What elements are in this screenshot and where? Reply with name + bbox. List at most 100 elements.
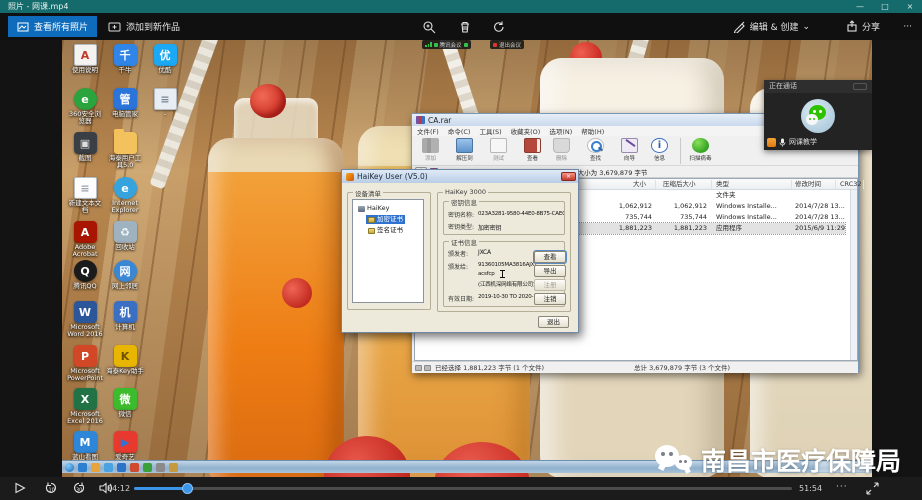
share-button[interactable]: 分享: [846, 13, 880, 40]
desktop-icon-label: 360安全浏览器: [66, 111, 104, 125]
meeting-right-label: 退出会议: [499, 41, 521, 49]
forward-30-button[interactable]: 30: [72, 482, 86, 495]
微信-icon: 微: [114, 388, 137, 410]
winrar-toolbar-test-button[interactable]: 测试: [482, 137, 515, 165]
tree-item-签名证书[interactable]: 签名证书: [366, 226, 405, 235]
taskbar-app-icon[interactable]: [169, 463, 178, 472]
view-all-photos-button[interactable]: 查看所有照片: [8, 16, 97, 37]
winrar-menu-6[interactable]: 帮助(H): [581, 126, 604, 136]
toolbar-button-label: 添加: [414, 154, 447, 162]
column-header-3[interactable]: 压缩后大小: [663, 179, 696, 190]
share-icon: [846, 20, 858, 33]
key-type-label: 密钥类型:: [448, 222, 474, 231]
desktop-icon-15[interactable]: WMicrosoft Word 2016: [66, 301, 104, 338]
edit-create-button[interactable]: 编辑 & 创建 ⌄: [733, 13, 810, 40]
zoom-icon[interactable]: [422, 20, 436, 34]
查看-button[interactable]: 查看: [534, 251, 566, 263]
close-button[interactable]: ×: [898, 0, 922, 13]
taskbar-app-icon[interactable]: [91, 463, 100, 472]
winrar-toolbar-add-button[interactable]: 添加: [414, 137, 447, 165]
desktop-icon-14[interactable]: 网网上邻居: [106, 260, 144, 290]
play-button[interactable]: [14, 482, 26, 494]
desktop-icon-3[interactable]: 优优酷: [146, 44, 184, 74]
desktop-icon-21[interactable]: M蓝山看图: [66, 431, 104, 461]
注销-button[interactable]: 注销: [534, 293, 566, 305]
toolbar-button-label: 测试: [482, 154, 515, 162]
tree-item-HaiKey[interactable]: HaiKey: [356, 204, 391, 213]
edit-create-label: 编辑 & 创建: [750, 20, 799, 33]
seek-bar[interactable]: [134, 487, 792, 490]
more-button[interactable]: ···: [903, 13, 912, 40]
winrar-menu-2[interactable]: 命令(C): [448, 126, 471, 136]
desktop-icon-19[interactable]: XMicrosoft Excel 2016: [66, 388, 104, 425]
device-group-label: 设备清单: [353, 188, 383, 198]
tree-item-加密证书[interactable]: 加密证书: [366, 215, 405, 224]
desktop-icon-7[interactable]: ▣截图: [66, 132, 104, 162]
winrar-toolbar-scan-button[interactable]: 扫描病毒: [684, 137, 717, 165]
winrar-menu-4[interactable]: 收藏夹(O): [511, 126, 541, 136]
desktop-icon-5[interactable]: 管电脑管家: [106, 88, 144, 118]
strawberry: [250, 84, 286, 118]
minimize-button[interactable]: —: [848, 0, 872, 13]
svg-text:30: 30: [76, 488, 82, 494]
desktop-icon-16[interactable]: 机计算机: [106, 301, 144, 331]
desktop-icon-10[interactable]: eInternet Explorer: [106, 177, 144, 214]
taskbar-app-icon[interactable]: [104, 463, 113, 472]
toolbar-separator: [680, 138, 681, 164]
seek-bar-fill: [134, 487, 187, 490]
maximize-button[interactable]: □: [873, 0, 897, 13]
desktop-icon-label: 计算机: [106, 324, 144, 331]
winrar-menu-1[interactable]: 文件(F): [417, 126, 439, 136]
rewind-10-button[interactable]: 10: [44, 482, 58, 495]
more-label: ···: [903, 22, 912, 32]
desktop-icon-6[interactable]: ≡-: [146, 88, 184, 118]
taskbar-app-icon[interactable]: [78, 463, 87, 472]
导出-button[interactable]: 导出: [534, 265, 566, 277]
exit-button[interactable]: 退出: [538, 316, 569, 328]
photos-icon: [17, 21, 29, 33]
winrar-toolbar-extract-button[interactable]: 解压到: [448, 137, 481, 165]
desktop-icon-13[interactable]: Q腾讯QQ: [66, 260, 104, 290]
winrar-menu-5[interactable]: 选项(N): [549, 126, 572, 136]
desktop-icon-8[interactable]: 海泰用户工具5.0: [106, 132, 144, 169]
rotate-icon[interactable]: [492, 20, 506, 34]
player-more-button[interactable]: ···: [836, 482, 848, 492]
device-tree[interactable]: HaiKey 加密证书签名证书: [352, 199, 424, 303]
fullscreen-button[interactable]: [866, 482, 879, 495]
taskbar-app-icon[interactable]: [130, 463, 139, 472]
taskbar-app-icon[interactable]: [117, 463, 126, 472]
desktop-icon-1[interactable]: A使用说明: [66, 44, 104, 74]
desktop-icon-12[interactable]: ♻回收站: [106, 221, 144, 251]
delete-icon[interactable]: [458, 20, 472, 34]
desktop-icon-18[interactable]: K海泰Key助手: [106, 345, 144, 375]
haikey-close-button[interactable]: ×: [561, 172, 576, 181]
desktop-icon-2[interactable]: 千千牛: [106, 44, 144, 74]
haikey-title: HaiKey User (V5.0): [357, 172, 428, 181]
desktop-icon-20[interactable]: 微微信: [106, 388, 144, 418]
desktop-icon-4[interactable]: e360安全浏览器: [66, 88, 104, 125]
tree-item-label: 加密证书: [377, 215, 403, 224]
winrar-toolbar-info-button[interactable]: i信息: [643, 137, 676, 165]
desktop-icon-label: 千牛: [106, 67, 144, 74]
elapsed-time: 04:12: [107, 484, 130, 493]
video-frame[interactable]: A使用说明千千牛优优酷 e360安全浏览器管电脑管家≡- ▣截图海泰用户工具5.0≡…: [62, 40, 872, 477]
column-header-4[interactable]: 类型: [716, 179, 729, 190]
winrar-vertical-scrollbar[interactable]: [850, 190, 857, 360]
winrar-toolbar-wizard-button[interactable]: 向导: [613, 137, 646, 165]
taskbar-app-icon[interactable]: [143, 463, 152, 472]
desktop-icon-label: 电脑管家: [106, 111, 144, 118]
winrar-toolbar-delete-button[interactable]: 删除: [545, 137, 578, 165]
add-to-creation-button[interactable]: 添加到新作品: [102, 16, 186, 37]
column-header-6[interactable]: CRC32: [840, 179, 862, 190]
column-header-2[interactable]: 大小: [633, 179, 646, 190]
seek-handle[interactable]: [182, 483, 193, 494]
desktop-icon-22[interactable]: ▶爱奇艺: [106, 431, 144, 461]
issuer-value: JXCA: [478, 249, 491, 256]
desktop-icon-17[interactable]: PMicrosoft PowerPoint: [66, 345, 104, 382]
desktop-icon-11[interactable]: AAdobe Acrobat: [66, 221, 104, 258]
desktop-icon-9[interactable]: ≡新建文本文档: [66, 177, 104, 214]
winrar-toolbar-find-button[interactable]: 查找: [579, 137, 612, 165]
column-header-5[interactable]: 修改时间: [795, 179, 821, 190]
taskbar-app-icon[interactable]: [156, 463, 165, 472]
winrar-menu-3[interactable]: 工具(S): [479, 126, 501, 136]
